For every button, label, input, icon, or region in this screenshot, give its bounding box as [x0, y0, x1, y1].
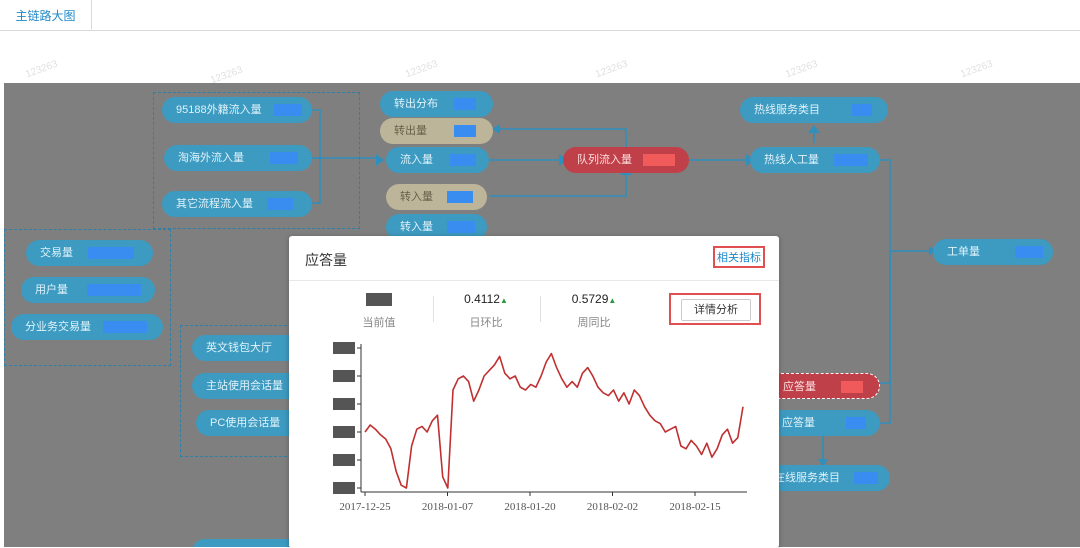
watermark: 123263: [594, 58, 630, 81]
week-ratio-label: 周同比: [577, 317, 611, 329]
popup-title: 应答量: [305, 252, 347, 268]
node-fenyewu[interactable]: 分业务交易量: [11, 314, 163, 340]
node-liuru[interactable]: 流入量: [386, 147, 489, 173]
y-tick-label-redacted: [333, 482, 355, 494]
node-gongdan[interactable]: 工单量: [933, 239, 1053, 265]
detail-analysis-button[interactable]: 详情分析: [681, 299, 751, 321]
tab-bar: 主链路大图: [0, 0, 1080, 31]
node-zhuanchu-fenbu[interactable]: 转出分布: [380, 91, 493, 117]
day-ratio-label: 日环比: [469, 317, 503, 329]
watermark: 123263: [784, 58, 820, 81]
series-line: [364, 352, 744, 489]
redacted-value: [366, 293, 392, 307]
node-rexian-rengong[interactable]: 热线人工量: [750, 147, 880, 173]
node-yingda[interactable]: 应答量: [768, 410, 880, 436]
related-metrics-link[interactable]: 相关指标: [713, 246, 765, 268]
node-yingwen[interactable]: 英文钱包大厅: [192, 335, 302, 361]
node-jiaoyi[interactable]: 交易量: [26, 240, 153, 266]
detail-highlight: 详情分析: [669, 293, 761, 325]
x-tick-label: 2018-02-15: [669, 501, 721, 513]
node-zhuzhan[interactable]: 主站使用会话量: [192, 373, 302, 399]
x-tick-label: 2018-01-20: [504, 501, 556, 513]
stat-current-label: 当前值: [362, 317, 396, 329]
y-tick-label-redacted: [333, 426, 355, 438]
node-95188[interactable]: 95188外籍流入量: [162, 97, 312, 123]
y-tick-label-redacted: [333, 398, 355, 410]
tab-main-link[interactable]: 主链路大图: [0, 0, 92, 30]
x-tick-label: 2017-12-25: [339, 501, 391, 513]
node-taohai[interactable]: 淘海外流入量: [164, 145, 312, 171]
watermark: 123263: [24, 58, 60, 81]
up-arrow-icon: ▲: [499, 296, 508, 305]
y-tick-label-redacted: [333, 454, 355, 466]
node-yingda-selected[interactable]: 应答量: [768, 373, 880, 399]
stat-week-ratio: 0.5729▲ 周同比: [539, 292, 649, 330]
stat-current: 当前值: [324, 292, 434, 330]
watermark: 123263: [404, 58, 440, 81]
x-tick-label: 2018-01-07: [422, 501, 474, 513]
node-zhuanru-1[interactable]: 转入量: [386, 184, 487, 210]
up-arrow-icon: ▲: [608, 296, 617, 305]
stat-day-ratio: 0.4112▲ 日环比: [431, 292, 541, 330]
metric-popup: 应答量 相关指标 当前值 0.4112▲ 日环比 0.5729▲ 周同比 详情分…: [289, 236, 779, 548]
node-zaixian[interactable]: 在线服务类目: [760, 465, 890, 491]
node-bottom-stub[interactable]: [192, 539, 302, 547]
week-ratio-value: 0.5729: [571, 292, 609, 306]
y-tick-label-redacted: [333, 370, 355, 382]
node-pc[interactable]: PC使用会话量: [196, 410, 302, 436]
watermark: 123263: [959, 58, 995, 81]
y-tick-label-redacted: [333, 342, 355, 354]
x-tick-label: 2018-02-02: [587, 501, 638, 513]
node-yonghu[interactable]: 用户量: [21, 277, 155, 303]
line-chart: 2017-12-25 2018-01-07 2018-01-20 2018-02-02…: [333, 342, 747, 513]
node-rexian-leimu[interactable]: 热线服务类目: [740, 97, 888, 123]
node-zhuanchu[interactable]: 转出量: [380, 118, 493, 144]
node-duilie[interactable]: 队列流入量: [563, 147, 689, 173]
divider: [289, 280, 779, 281]
day-ratio-value: 0.4112: [464, 292, 500, 306]
node-qita[interactable]: 其它流程流入量: [162, 191, 312, 217]
